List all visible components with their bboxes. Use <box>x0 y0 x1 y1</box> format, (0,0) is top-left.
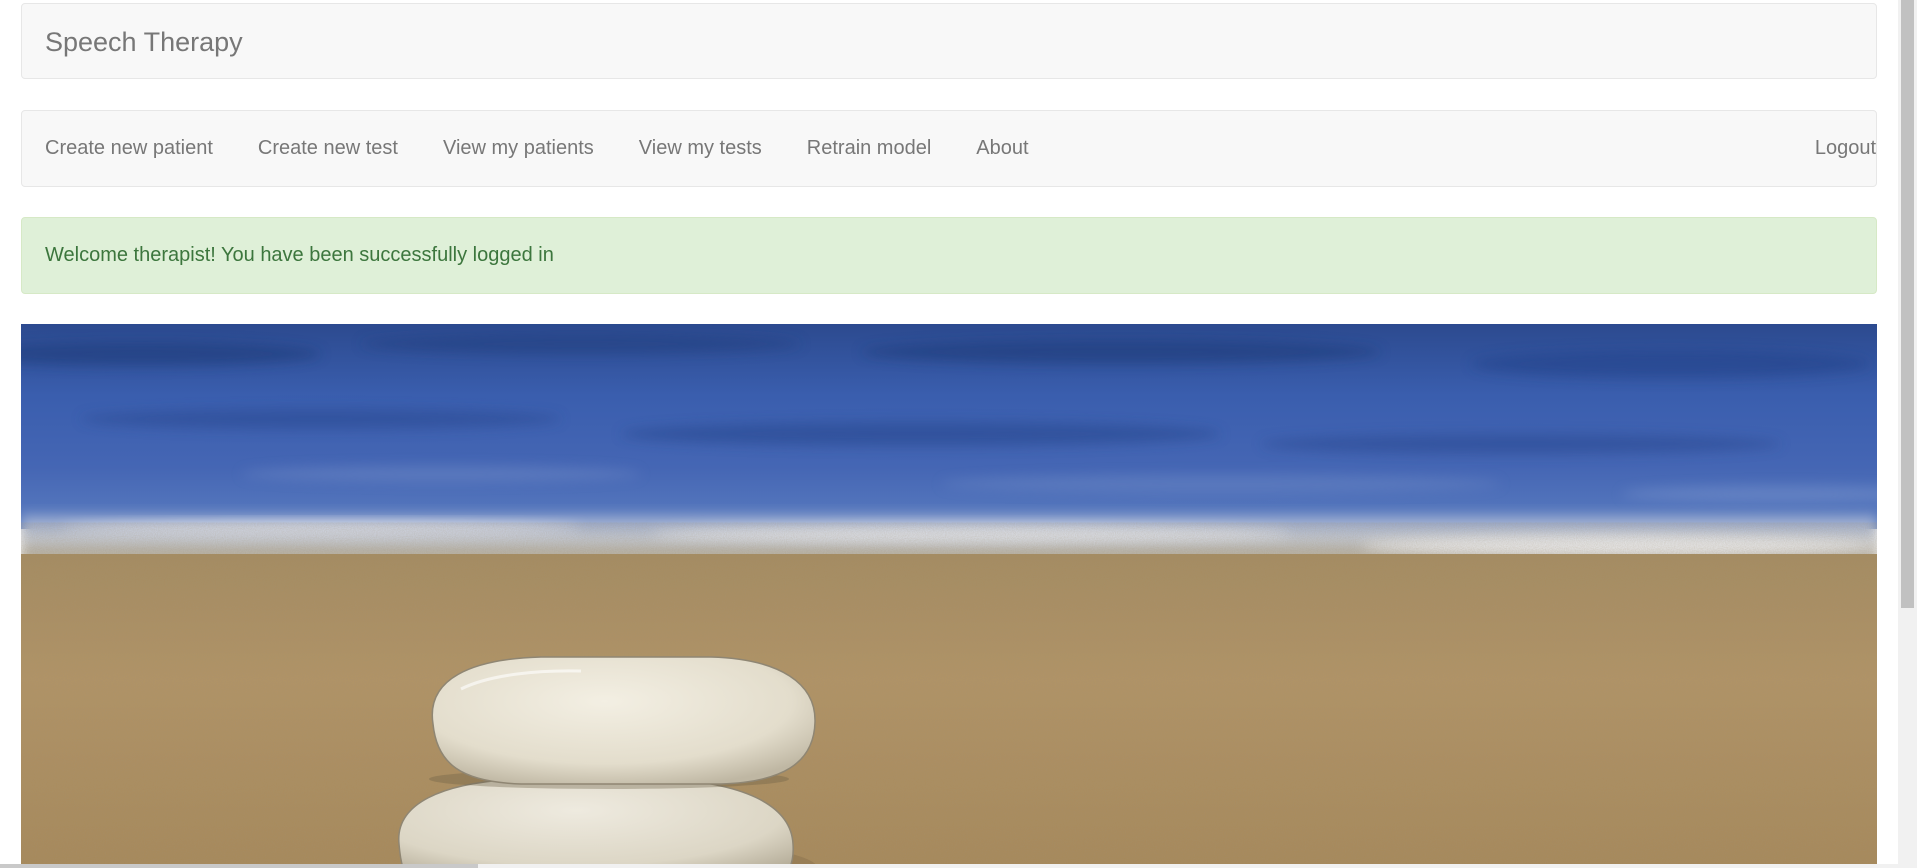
pebble-stack <box>398 656 818 868</box>
scrollbar-thumb[interactable] <box>1901 0 1914 608</box>
nav-create-new-patient[interactable]: Create new patient <box>22 111 235 186</box>
nav-item: View my patients <box>420 111 616 186</box>
hero-image <box>21 324 1877 868</box>
nav-item: Create new test <box>235 111 420 186</box>
nav-view-my-tests[interactable]: View my tests <box>616 111 784 186</box>
brand-link[interactable]: Speech Therapy <box>45 26 243 58</box>
horizontal-scrollbar[interactable] <box>0 864 1898 868</box>
beach-pebbles-illustration <box>21 324 1877 868</box>
nav-view-my-patients[interactable]: View my patients <box>420 111 616 186</box>
success-alert: Welcome therapist! You have been success… <box>21 217 1877 294</box>
vertical-scrollbar[interactable] <box>1898 0 1917 868</box>
logout-link[interactable]: Logout <box>1795 111 1876 186</box>
nav-item: About <box>954 111 1051 186</box>
brand-navbar: Speech Therapy <box>21 3 1877 79</box>
main-navbar: Create new patient Create new test View … <box>21 110 1877 187</box>
page: Speech Therapy Create new patient Create… <box>0 0 1917 868</box>
alert-message: Welcome therapist! You have been success… <box>45 244 554 266</box>
horizontal-scrollbar-thumb[interactable] <box>0 864 478 868</box>
nav-create-new-test[interactable]: Create new test <box>235 111 420 186</box>
nav-item: Logout <box>1795 111 1876 186</box>
nav-right-menu: Logout <box>1795 111 1876 186</box>
nav-retrain-model[interactable]: Retrain model <box>784 111 954 186</box>
nav-item: Create new patient <box>22 111 235 186</box>
nav-about[interactable]: About <box>954 111 1051 186</box>
nav-item: Retrain model <box>784 111 954 186</box>
nav-menu: Create new patient Create new test View … <box>22 111 1051 186</box>
nav-item: View my tests <box>616 111 784 186</box>
sand-texture <box>21 554 1877 868</box>
